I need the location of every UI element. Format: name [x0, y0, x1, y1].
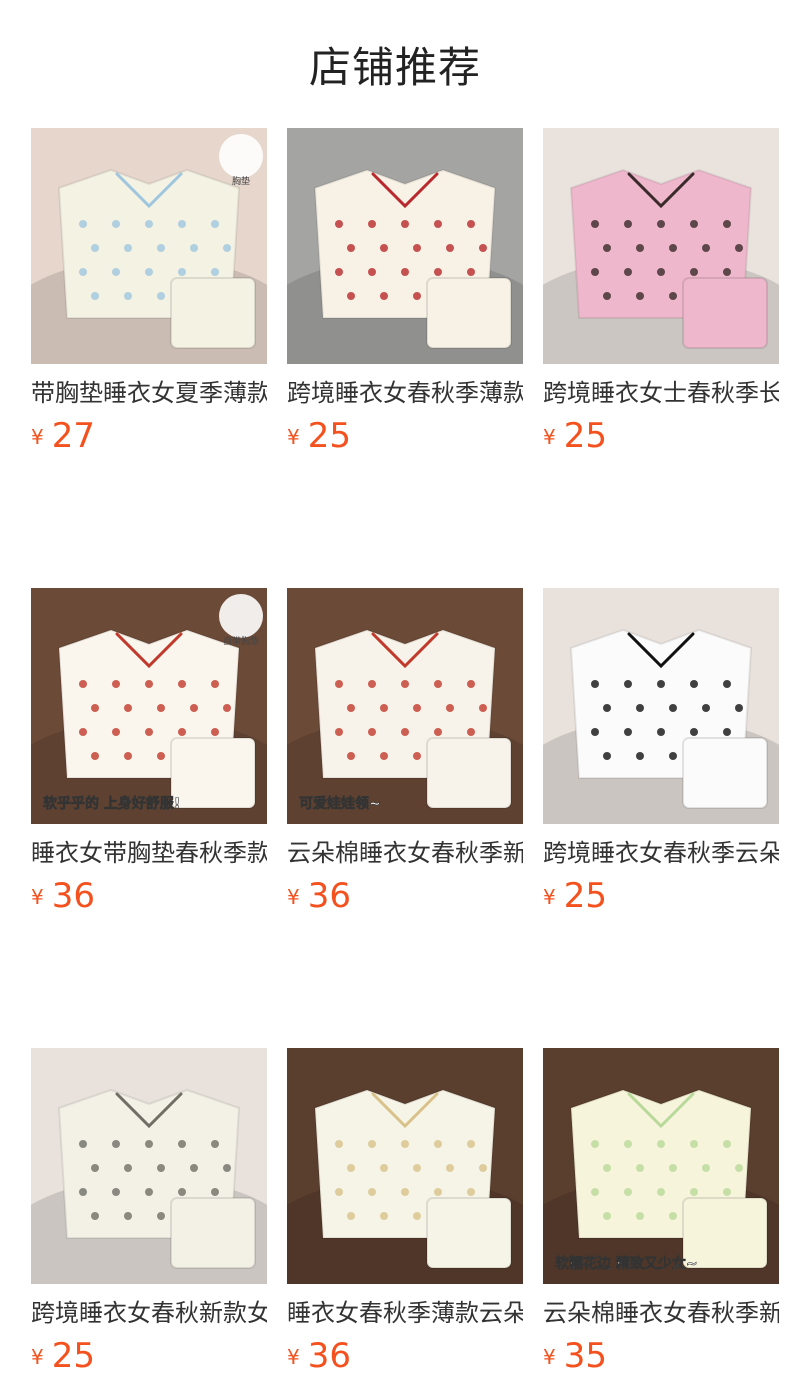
product-card[interactable]: 胸垫带胸垫睡衣女夏季薄款 ¥27 — [31, 128, 267, 456]
currency-symbol: ¥ — [287, 1345, 300, 1369]
product-image[interactable] — [287, 1048, 523, 1284]
product-grid: 胸垫带胸垫睡衣女夏季薄款 ¥27 跨境睡衣女春秋季薄款 ¥25 跨境睡衣女士春秋季长 ¥2… — [31, 128, 779, 1376]
product-card[interactable]: 可爱娃娃领~ 云朵棉睡衣女春秋季新 ¥36 — [287, 588, 523, 916]
page-title: 店铺推荐 — [308, 43, 481, 92]
product-price: ¥25 — [287, 416, 523, 456]
svg-text:可爱娃娃领~: 可爱娃娃领~ — [299, 795, 381, 812]
price-value: 36 — [307, 1336, 351, 1376]
product-name[interactable]: 跨境睡衣女士春秋季长 — [543, 376, 779, 410]
product-image[interactable] — [543, 588, 779, 824]
product-name[interactable]: 跨境睡衣女春秋季薄款 — [287, 376, 523, 410]
svg-text:自带胸垫: 自带胸垫 — [223, 635, 259, 647]
product-price: ¥36 — [31, 876, 267, 916]
product-card[interactable]: 跨境睡衣女春秋季云朵 ¥25 — [543, 588, 779, 916]
currency-symbol: ¥ — [543, 885, 556, 909]
product-name[interactable]: 跨境睡衣女春秋新款女 — [31, 1296, 267, 1330]
product-name[interactable]: 云朵棉睡衣女春秋季新 — [287, 836, 523, 870]
product-image[interactable]: 胸垫 — [31, 128, 267, 364]
price-value: 25 — [563, 876, 607, 916]
currency-symbol: ¥ — [31, 885, 44, 909]
price-value: 35 — [563, 1336, 607, 1376]
price-value: 36 — [51, 876, 95, 916]
price-value: 27 — [51, 416, 95, 456]
product-price: ¥35 — [543, 1336, 779, 1376]
svg-text:软乎乎的 上身好舒服!: 软乎乎的 上身好舒服! — [43, 795, 180, 812]
product-card[interactable]: 睡衣女春秋季薄款云朵 ¥36 — [287, 1048, 523, 1376]
svg-text:胸垫: 胸垫 — [232, 175, 250, 187]
product-image[interactable] — [287, 128, 523, 364]
currency-symbol: ¥ — [31, 425, 44, 449]
product-price: ¥25 — [543, 876, 779, 916]
product-price: ¥25 — [31, 1336, 267, 1376]
product-image[interactable] — [31, 1048, 267, 1284]
product-name[interactable]: 睡衣女春秋季薄款云朵 — [287, 1296, 523, 1330]
currency-symbol: ¥ — [287, 425, 300, 449]
product-card[interactable]: 跨境睡衣女士春秋季长 ¥25 — [543, 128, 779, 456]
svg-text:软糯花边 精致又少女~: 软糯花边 精致又少女~ — [555, 1255, 698, 1272]
product-price: ¥25 — [543, 416, 779, 456]
product-image[interactable] — [543, 128, 779, 364]
product-price: ¥36 — [287, 876, 523, 916]
page: 店铺推荐 胸垫 带胸垫睡衣女夏季薄款 ¥27 跨境睡衣女春秋季薄款 ¥25 跨境睡衣女士春… — [0, 0, 790, 1376]
product-name[interactable]: 云朵棉睡衣女春秋季新 — [543, 1296, 779, 1330]
product-price: ¥27 — [31, 416, 267, 456]
currency-symbol: ¥ — [543, 1345, 556, 1369]
product-card[interactable]: 软糯花边 精致又少女~ 云朵棉睡衣女春秋季新 ¥35 — [543, 1048, 779, 1376]
product-image[interactable]: 可爱娃娃领~ — [287, 588, 523, 824]
currency-symbol: ¥ — [31, 1345, 44, 1369]
product-price: ¥36 — [287, 1336, 523, 1376]
product-card[interactable]: 跨境睡衣女春秋季薄款 ¥25 — [287, 128, 523, 456]
product-image[interactable]: 自带胸垫软乎乎的 上身好舒服! — [31, 588, 267, 824]
price-value: 25 — [51, 1336, 95, 1376]
price-value: 25 — [563, 416, 607, 456]
product-card[interactable]: 跨境睡衣女春秋新款女 ¥25 — [31, 1048, 267, 1376]
product-image[interactable]: 软糯花边 精致又少女~ — [543, 1048, 779, 1284]
product-name[interactable]: 带胸垫睡衣女夏季薄款 — [31, 376, 267, 410]
product-name[interactable]: 跨境睡衣女春秋季云朵 — [543, 836, 779, 870]
currency-symbol: ¥ — [287, 885, 300, 909]
price-value: 25 — [307, 416, 351, 456]
product-name[interactable]: 睡衣女带胸垫春秋季款 — [31, 836, 267, 870]
currency-symbol: ¥ — [543, 425, 556, 449]
product-card[interactable]: 自带胸垫软乎乎的 上身好舒服! 睡衣女带胸垫春秋季款 ¥36 — [31, 588, 267, 916]
price-value: 36 — [307, 876, 351, 916]
